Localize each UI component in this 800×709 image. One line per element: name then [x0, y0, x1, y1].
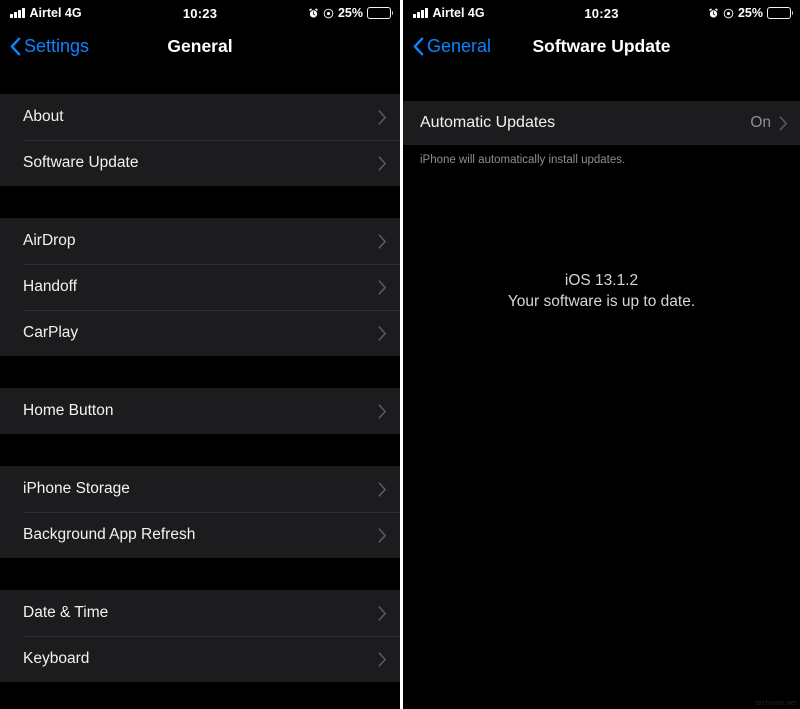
back-button-label: General — [427, 35, 492, 56]
back-button-settings[interactable]: Settings — [0, 36, 89, 57]
navigation-bar-left: Settings General — [0, 26, 400, 66]
row-label: iPhone Storage — [23, 480, 130, 497]
automatic-updates-row[interactable]: Automatic Updates On — [403, 101, 800, 145]
list-gap — [0, 186, 400, 218]
watermark: techviral.net — [755, 700, 797, 707]
chevron-right-icon — [378, 651, 386, 667]
update-status-block: iOS 13.1.2 Your software is up to date. — [403, 166, 800, 313]
settings-row-handoff[interactable]: Handoff — [0, 264, 400, 310]
left-phone-screen: Airtel 4G 10:23 25% Settings General Abo… — [0, 0, 400, 709]
settings-group-1: About Software Update — [0, 94, 400, 186]
row-label: Handoff — [23, 278, 78, 295]
row-label: Background App Refresh — [23, 526, 196, 543]
carrier-label: Airtel 4G — [432, 6, 485, 20]
chevron-right-icon — [378, 109, 386, 125]
status-bar-left-group: Airtel 4G — [413, 6, 485, 20]
settings-group-3: Home Button — [0, 388, 400, 434]
settings-row-software-update[interactable]: Software Update — [0, 140, 400, 186]
status-bar-right: Airtel 4G 10:23 25% — [403, 0, 800, 26]
battery-percent-label: 25% — [737, 6, 763, 20]
cellular-signal-icon — [413, 8, 428, 18]
chevron-right-icon — [378, 325, 386, 341]
battery-percent-label: 25% — [337, 6, 363, 20]
right-phone-screen: Airtel 4G 10:23 25% General Software Upd… — [403, 0, 800, 709]
list-gap — [0, 66, 400, 94]
back-button-label: Settings — [24, 35, 90, 56]
row-label: CarPlay — [23, 324, 79, 341]
chevron-right-icon — [779, 115, 787, 131]
chevron-right-icon — [378, 279, 386, 295]
settings-row-about[interactable]: About — [0, 94, 400, 140]
settings-row-home-button[interactable]: Home Button — [0, 388, 400, 434]
orientation-lock-icon — [323, 8, 334, 18]
alarm-clock-icon — [709, 7, 718, 18]
list-gap — [0, 558, 400, 590]
list-gap — [0, 434, 400, 466]
chevron-right-icon — [378, 605, 386, 621]
ios-version-label: iOS 13.1.2 — [564, 272, 639, 289]
row-label: AirDrop — [23, 232, 76, 249]
status-bar-right-group: 25% — [708, 6, 794, 20]
battery-icon — [367, 7, 394, 19]
software-update-content: Automatic Updates On iPhone will automat… — [403, 66, 800, 313]
automatic-updates-footer: iPhone will automatically install update… — [403, 145, 800, 166]
automatic-updates-label: Automatic Updates — [420, 114, 556, 131]
list-gap — [403, 66, 800, 101]
chevron-right-icon — [378, 481, 386, 497]
carrier-label: Airtel 4G — [29, 6, 82, 20]
settings-row-date-and-time[interactable]: Date & Time — [0, 590, 400, 636]
update-status-label: Your software is up to date. — [507, 292, 696, 310]
chevron-right-icon — [378, 403, 386, 419]
battery-icon — [767, 7, 794, 19]
settings-row-iphone-storage[interactable]: iPhone Storage — [0, 466, 400, 512]
cellular-signal-icon — [10, 8, 25, 18]
alarm-clock-icon — [309, 7, 318, 18]
settings-row-background-app-refresh[interactable]: Background App Refresh — [0, 512, 400, 558]
status-bar-right-group: 25% — [308, 6, 394, 20]
settings-group-5: Date & Time Keyboard — [0, 590, 400, 682]
chevron-right-icon — [378, 527, 386, 543]
orientation-lock-icon — [723, 8, 734, 18]
settings-row-keyboard[interactable]: Keyboard — [0, 636, 400, 682]
status-bar-left: Airtel 4G 10:23 25% — [0, 0, 400, 26]
back-button-general[interactable]: General — [403, 36, 491, 57]
settings-group-4: iPhone Storage Background App Refresh — [0, 466, 400, 558]
row-label: About — [23, 108, 64, 125]
settings-row-carplay[interactable]: CarPlay — [0, 310, 400, 356]
row-label: Home Button — [23, 402, 114, 419]
dual-screenshot-container: Airtel 4G 10:23 25% Settings General Abo… — [0, 0, 800, 709]
settings-group-2: AirDrop Handoff CarPlay — [0, 218, 400, 356]
row-label: Date & Time — [23, 604, 109, 621]
row-label: Keyboard — [23, 650, 90, 667]
chevron-right-icon — [378, 233, 386, 249]
list-gap — [0, 356, 400, 388]
row-label: Software Update — [23, 154, 139, 171]
chevron-left-icon — [10, 37, 21, 56]
status-bar-left-group: Airtel 4G — [10, 6, 82, 20]
chevron-right-icon — [378, 155, 386, 171]
settings-row-airdrop[interactable]: AirDrop — [0, 218, 400, 264]
chevron-left-icon — [413, 37, 424, 56]
general-settings-list: About Software Update AirDrop Handoff Ca… — [0, 66, 400, 682]
navigation-bar-right: General Software Update — [403, 26, 800, 66]
automatic-updates-value: On — [750, 114, 771, 131]
